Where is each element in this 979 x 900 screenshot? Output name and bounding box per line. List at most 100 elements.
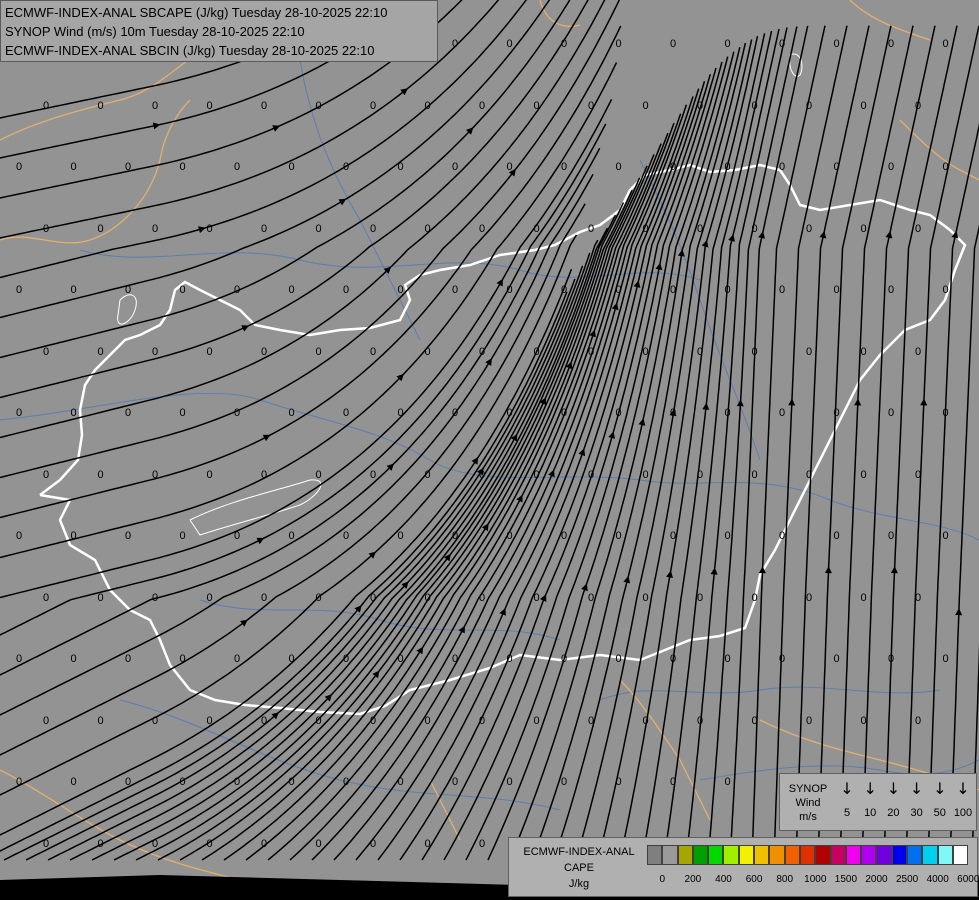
streamline-arrowhead [400,88,408,96]
cape-color-swatch [738,845,755,865]
cape-color-swatch [830,845,846,865]
synop-legend-item: ↓ 5 [836,778,858,820]
cape-color-swatch [861,845,877,865]
cape-tick-label: 400 [715,874,732,885]
streamline-arrowhead [578,448,586,457]
title-line-cin: ECMWF-INDEX-ANAL SBCIN (J/kg) Tuesday 28… [5,43,375,58]
cape-color-swatch [723,845,739,865]
cape-tick-label: 0 [659,874,666,885]
cape-color-swatch [937,845,953,865]
synop-legend-item: ↓ 20 [882,778,904,820]
streamline-arrowhead [758,231,765,239]
cape-color-swatch [922,845,938,865]
synop-legend-value: 30 [910,807,923,819]
streamline-arrowhead [638,418,646,426]
cape-tick-label: 2000 [865,874,888,885]
synop-legend-value: 50 [933,807,946,819]
wind-arrow-icon: ↓ [933,779,947,798]
wind-arrow-icon: ↓ [886,779,901,798]
wind-streamlines [0,0,979,861]
streamline [597,35,759,861]
title-line-synop: SYNOP Wind (m/s) 10m Tuesday 28-10-2025 … [5,24,305,39]
synop-legend-item: ↓ 100 [952,778,974,820]
cape-color-legend: ECMWF-INDEX-ANAL CAPE J/kg 0 200 400 600 800… [508,837,979,897]
streamline-arrowhead [666,570,673,578]
synop-legend-item: ↓ 50 [929,778,951,820]
cape-legend-title-2: CAPE [564,862,594,874]
cape-tick-label: 2500 [895,874,919,885]
synop-legend-title-3: m/s [799,811,817,823]
streamline-arrowhead [885,230,893,239]
streamline [751,25,826,861]
wind-arrow-icon: ↓ [840,779,854,798]
cape-tick-label: 1000 [804,874,827,885]
synop-legend-item: ↓ 10 [859,778,881,820]
streamline-arrowhead [728,234,735,242]
synop-legend-value: 100 [953,807,973,819]
cape-tick-label: 1500 [834,874,858,885]
cape-color-swatch [891,845,908,865]
streamline [245,143,662,861]
cape-color-swatch [784,845,800,865]
cape-color-swatch [876,845,892,865]
streamline [839,25,914,861]
streamline [883,25,958,861]
cape-color-swatch [845,845,862,865]
cape-color-swatch [799,845,816,865]
streamline-arrowhead [240,619,248,627]
wind-arrow-icon: ↓ [863,779,877,798]
streamline-arrowhead [669,408,677,417]
streamline-arrowhead [623,575,631,584]
cape-color-swatch [708,845,724,865]
streamline [905,25,979,861]
cape-swatch-row [647,845,969,865]
streamline [773,25,848,861]
title-line-cape: ECMWF-INDEX-ANAL SBCAPE (J/kg) Tuesday 2… [5,5,388,20]
cape-tick-label: 800 [776,874,794,885]
streamline-arrowhead [819,230,827,239]
cape-legend-title-1: ECMWF-INDEX-ANAL [523,846,635,858]
cape-color-swatch [769,845,785,865]
synop-legend-title: SYNOP Wind m/s [782,782,834,824]
cape-color-swatch [662,845,678,865]
cape-legend-title-3: J/kg [568,878,590,890]
cape-color-swatch [754,845,770,865]
streamline-arrowhead [471,457,479,465]
streamline [861,25,936,861]
synop-legend-value: 20 [887,807,900,819]
synop-legend-value: 5 [843,807,851,819]
cape-tick-label: 4000 [926,874,949,885]
cape-tick-label: 6000 [957,874,979,885]
cape-tick-label: 600 [745,874,763,885]
streamline-arrowhead [920,398,928,406]
weather-map[interactable]: 0000000000000000000000000000000000000000… [0,0,979,900]
streamline [0,123,607,636]
synop-legend-value: 10 [864,807,877,819]
streamline-arrowhead [581,583,588,592]
streamline [927,123,979,861]
synop-legend-title-1: SYNOP [788,783,828,795]
streamline-arrowhead [890,566,898,574]
synop-wind-legend: SYNOP Wind m/s ↓ 5 ↓ 10 ↓ 20 ↓ 30 ↓ 50 ↓ 100 [779,773,977,831]
cape-color-swatch [907,845,923,865]
streamline-arrowhead [955,608,963,616]
cape-tick-label: 200 [684,874,702,885]
streamline [465,61,723,861]
streamline [0,62,618,559]
cape-legend-title: ECMWF-INDEX-ANAL CAPE J/kg [513,844,645,892]
cape-color-swatch [952,845,969,865]
streamline-arrowhead [633,280,641,288]
streamline [971,642,979,861]
map-canvas [0,0,979,900]
streamline-arrowhead [824,566,832,574]
streamline [619,33,766,861]
cape-tick-row: 0 200 400 600 800 1000 1500 2000 2500 4000 6000 [647,874,979,890]
streamline-arrowhead [655,262,663,271]
map-title-box: ECMWF-INDEX-ANAL SBCAPE (J/kg) Tuesday 2… [0,0,438,62]
streamline [0,98,613,599]
streamline [69,239,599,861]
cape-color-swatch [647,845,663,865]
streamline-arrowhead [788,398,796,406]
cape-color-swatch [692,845,709,865]
streamline-arrowhead [854,398,862,406]
